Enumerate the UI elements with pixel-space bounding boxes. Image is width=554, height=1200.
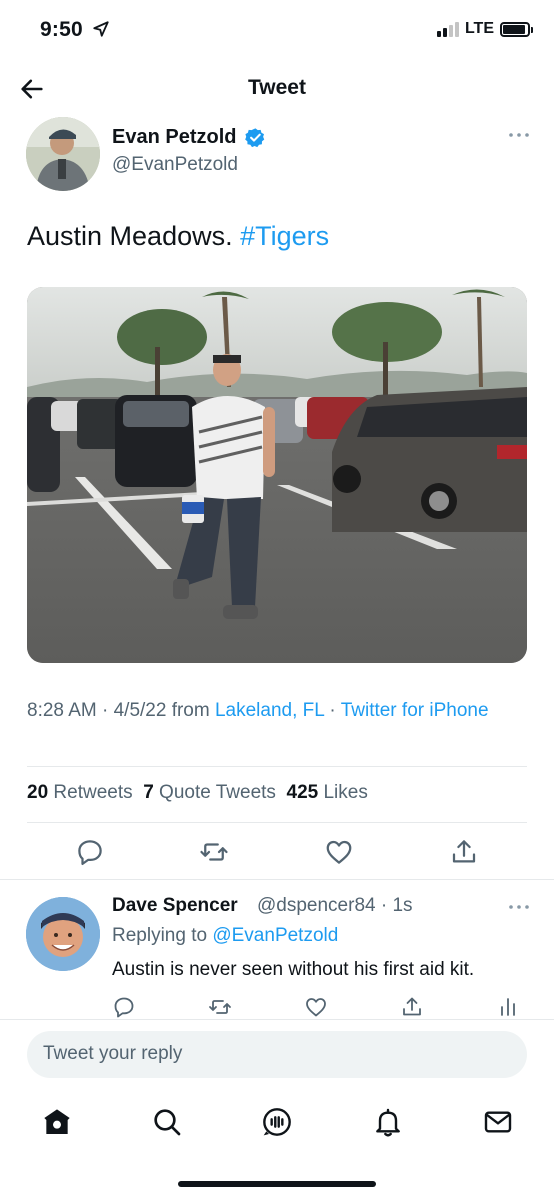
reply-icon[interactable]: [112, 995, 136, 1019]
reply-author-handle[interactable]: @dspencer84 · 1s: [257, 895, 413, 917]
share-icon[interactable]: [449, 837, 479, 867]
tweet-photo[interactable]: [27, 287, 527, 663]
tweet-timestamp: 8:28 AM · 4/5/22 from: [27, 700, 210, 721]
page-title: Tweet: [248, 76, 306, 99]
likes-stat[interactable]: 425 Likes: [287, 782, 368, 803]
status-time: 9:50: [40, 18, 83, 41]
reply-icon[interactable]: [75, 837, 105, 867]
tweet-text: Austin Meadows. #Tigers: [27, 221, 329, 252]
quotes-count: 7: [143, 782, 154, 803]
reply-author-name[interactable]: Dave Spencer: [112, 895, 238, 917]
battery-icon: [500, 21, 533, 37]
author-avatar[interactable]: [26, 117, 100, 191]
replying-handle-link[interactable]: @EvanPetzold: [212, 925, 338, 946]
reply-text: Austin is never seen without his first a…: [112, 959, 475, 980]
heart-icon[interactable]: [304, 995, 328, 1019]
tweet-meta: 8:28 AM · 4/5/22 from Lakeland, FL · Twi…: [27, 697, 527, 725]
signal-icon: [436, 21, 459, 37]
tweet-text-body: Austin Meadows.: [27, 221, 233, 251]
replying-to: Replying to @EvanPetzold: [112, 925, 338, 947]
location-arrow-icon: [93, 21, 109, 37]
author-handle[interactable]: @EvanPetzold: [112, 154, 238, 176]
mail-icon[interactable]: [482, 1106, 514, 1138]
tweet-stats: 20 Retweets 7 Quote Tweets 425 Likes: [27, 782, 368, 804]
likes-count: 425: [286, 782, 319, 803]
retweet-icon[interactable]: [208, 995, 232, 1019]
divider: [27, 766, 527, 767]
author-name[interactable]: Evan Petzold: [112, 126, 236, 149]
retweet-icon[interactable]: [199, 837, 229, 867]
spaces-icon[interactable]: [261, 1106, 293, 1138]
home-icon[interactable]: [41, 1106, 73, 1138]
retweets-count: 20: [27, 782, 49, 803]
tweet-client-link[interactable]: Twitter for iPhone: [341, 700, 489, 721]
divider: [0, 879, 554, 880]
meta-separator: ·: [329, 700, 336, 721]
bell-icon[interactable]: [372, 1106, 404, 1138]
hashtag-link[interactable]: #Tigers: [240, 221, 329, 251]
more-horizontal-icon[interactable]: [508, 900, 530, 914]
divider: [27, 822, 527, 823]
retweets-stat[interactable]: 20 Retweets: [27, 782, 133, 803]
quotes-stat[interactable]: 7 Quote Tweets: [143, 782, 276, 803]
tweet-location-link[interactable]: Lakeland, FL: [215, 700, 324, 721]
likes-label: Likes: [323, 782, 368, 803]
search-icon[interactable]: [151, 1106, 183, 1138]
network-label: LTE: [464, 20, 494, 37]
verified-badge-icon: [245, 128, 265, 148]
reply-input[interactable]: Tweet your reply: [27, 1031, 527, 1078]
reply-author-avatar[interactable]: [26, 897, 100, 971]
divider: [0, 1019, 554, 1020]
replying-prefix: Replying to: [112, 925, 208, 946]
quotes-label: Quote Tweets: [159, 782, 276, 803]
more-horizontal-icon[interactable]: [508, 128, 530, 142]
retweets-label: Retweets: [53, 782, 133, 803]
share-icon[interactable]: [400, 995, 424, 1019]
heart-icon[interactable]: [324, 837, 354, 867]
analytics-icon[interactable]: [496, 995, 520, 1019]
home-indicator: [178, 1181, 376, 1187]
status-indicators: LTE: [436, 20, 533, 38]
